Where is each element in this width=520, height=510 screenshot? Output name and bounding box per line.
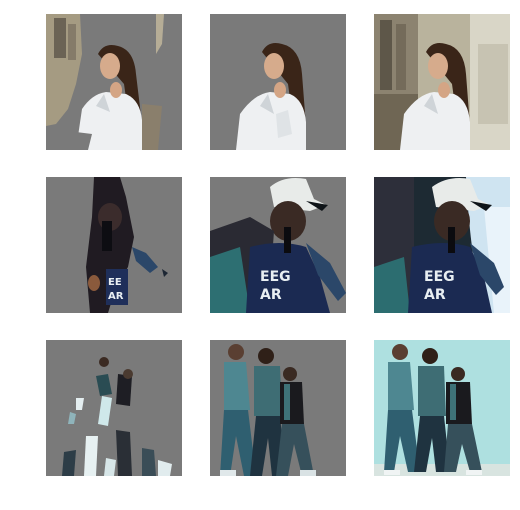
- svg-text:AR: AR: [108, 291, 124, 302]
- men-full-image: [374, 340, 510, 476]
- tile-men-masked-sparse: [46, 340, 182, 476]
- svg-text:AR: AR: [260, 287, 282, 303]
- tile-woman-masked-sparse: [46, 14, 182, 150]
- image-grid: EE AR EEG AR EEG AR: [0, 0, 520, 510]
- singer-full-image: EEG AR: [374, 177, 510, 313]
- men-sparse-image: [46, 340, 182, 476]
- svg-text:EEG: EEG: [260, 269, 291, 285]
- woman-full-image: [374, 14, 510, 150]
- tile-men-masked-subject: [210, 340, 346, 476]
- svg-text:EEG: EEG: [424, 269, 455, 285]
- tile-woman-masked-subject: [210, 14, 346, 150]
- svg-text:AR: AR: [424, 287, 446, 303]
- woman-sparse-image: [46, 14, 182, 150]
- tile-men-full: [374, 340, 510, 476]
- svg-text:EE: EE: [108, 277, 122, 288]
- singer-subject-image: EEG AR: [210, 177, 346, 313]
- tile-singer-masked-subject: EEG AR: [210, 177, 346, 313]
- woman-subject-image: [210, 14, 346, 150]
- men-subject-image: [210, 340, 346, 476]
- tile-singer-masked-sparse: EE AR: [46, 177, 182, 313]
- tile-woman-full: [374, 14, 510, 150]
- tile-singer-full: EEG AR: [374, 177, 510, 313]
- singer-sparse-image: EE AR: [46, 177, 182, 313]
